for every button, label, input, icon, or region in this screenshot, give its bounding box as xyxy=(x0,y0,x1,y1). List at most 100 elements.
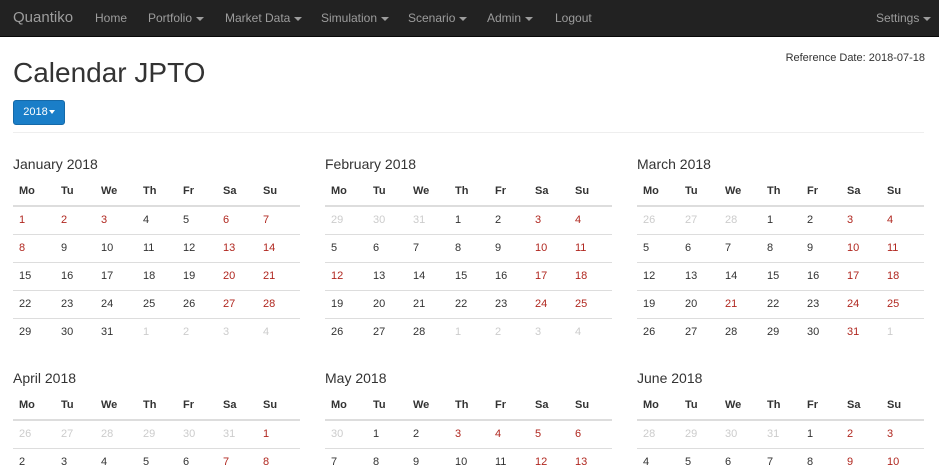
day-cell: 27 xyxy=(367,317,407,346)
day-cell: 1 xyxy=(801,419,841,448)
day-cell-holiday: 5 xyxy=(529,419,569,448)
day-cell-holiday: 3 xyxy=(841,205,881,234)
nav-market-data[interactable]: Market Data xyxy=(225,0,303,36)
day-cell: 30 xyxy=(801,317,841,346)
day-cell-holiday: 10 xyxy=(881,447,924,476)
day-cell: 27 xyxy=(679,317,719,346)
day-cell: 6 xyxy=(719,447,761,476)
day-cell-other-month: 29 xyxy=(325,205,367,234)
nav-scenario[interactable]: Scenario xyxy=(408,0,468,36)
day-cell: 23 xyxy=(801,289,841,318)
day-cell: 22 xyxy=(13,289,55,318)
brand-link[interactable]: Quantiko xyxy=(13,0,73,36)
day-cell-holiday: 8 xyxy=(13,233,55,262)
day-cell-holiday: 1 xyxy=(13,205,55,234)
day-cell: 5 xyxy=(679,447,719,476)
day-cell: 14 xyxy=(719,261,761,290)
weekday-header: Fr xyxy=(177,391,217,421)
day-cell: 4 xyxy=(637,447,679,476)
day-cell-other-month: 2 xyxy=(177,317,217,346)
weekday-header: Sa xyxy=(217,391,257,421)
day-cell: 14 xyxy=(407,261,449,290)
day-cell-other-month: 3 xyxy=(217,317,257,346)
day-cell: 25 xyxy=(137,289,177,318)
day-cell: 12 xyxy=(177,233,217,262)
month-table: Mo Tu We Th Fr Sa Su 1 2 3 4 5 6 7 8 9 10 11 12 13 14 15 16 17 1… xyxy=(13,177,300,346)
weekday-header: Th xyxy=(761,177,801,207)
day-cell-other-month: 28 xyxy=(637,419,679,448)
day-cell-other-month: 26 xyxy=(637,205,679,234)
weekday-header: Fr xyxy=(177,177,217,207)
day-cell-holiday: 7 xyxy=(257,205,300,234)
day-cell-holiday: 21 xyxy=(719,289,761,318)
week-row: 7 8 9 10 11 12 13 xyxy=(325,447,612,476)
week-row: 30 1 2 3 4 5 6 xyxy=(325,419,612,448)
month-table: Mo Tu We Th Fr Sa Su 26 27 28 1 2 3 4 5 6 7 8 9 10 11 12 13 14 1… xyxy=(637,177,924,346)
day-cell-holiday: 20 xyxy=(217,261,257,290)
day-cell-holiday: 1 xyxy=(257,419,300,448)
weekday-header: We xyxy=(407,177,449,207)
caret-down-icon xyxy=(48,110,55,115)
weekday-header: Su xyxy=(257,391,300,421)
day-cell: 2 xyxy=(407,419,449,448)
nav-admin[interactable]: Admin xyxy=(487,0,534,36)
weekday-header: Fr xyxy=(489,391,529,421)
year-dropdown-button[interactable]: 2018 xyxy=(13,100,65,125)
day-cell: 1 xyxy=(761,205,801,234)
nav-settings[interactable]: Settings xyxy=(876,0,932,36)
year-dropdown-label: 2018 xyxy=(23,106,48,118)
month-table: Mo Tu We Th Fr Sa Su 30 1 2 3 4 5 6 7 8 9 10 11 12 13 xyxy=(325,391,612,476)
week-row: 19 20 21 22 23 24 25 xyxy=(325,289,612,318)
week-row: 26 27 28 29 30 31 1 xyxy=(13,419,300,448)
day-cell: 15 xyxy=(761,261,801,290)
weekday-header: Th xyxy=(449,391,489,421)
day-cell: 11 xyxy=(489,447,529,476)
day-cell: 12 xyxy=(637,261,679,290)
weekday-header: Mo xyxy=(325,391,367,421)
day-cell-other-month: 27 xyxy=(679,205,719,234)
weekday-header: Tu xyxy=(367,391,407,421)
month-table: Mo Tu We Th Fr Sa Su 29 30 31 1 2 3 4 5 6 7 8 9 10 11 12 13 14 1… xyxy=(325,177,612,346)
day-cell: 20 xyxy=(367,289,407,318)
day-cell: 22 xyxy=(761,289,801,318)
day-cell-holiday: 3 xyxy=(449,419,489,448)
day-cell: 8 xyxy=(449,233,489,262)
week-row: 26 27 28 29 30 31 1 xyxy=(637,317,924,346)
day-cell-holiday: 27 xyxy=(217,289,257,318)
day-cell-holiday: 3 xyxy=(529,205,569,234)
month-title: June 2018 xyxy=(637,370,703,386)
weekday-header: Fr xyxy=(801,391,841,421)
weekday-header: Sa xyxy=(841,177,881,207)
day-cell: 28 xyxy=(719,317,761,346)
nav-logout[interactable]: Logout xyxy=(555,0,592,36)
week-row: 15 16 17 18 19 20 21 xyxy=(13,261,300,290)
day-cell-holiday: 3 xyxy=(881,419,924,448)
nav-market-data-label: Market Data xyxy=(225,11,291,25)
day-cell: 16 xyxy=(489,261,529,290)
day-cell: 15 xyxy=(449,261,489,290)
day-cell-holiday: 12 xyxy=(325,261,367,290)
nav-home[interactable]: Home xyxy=(95,0,127,36)
caret-down-icon xyxy=(294,16,303,21)
weekday-header: Mo xyxy=(13,177,55,207)
weekday-header: Su xyxy=(257,177,300,207)
week-row: 29 30 31 1 2 3 4 xyxy=(13,317,300,346)
nav-scenario-label: Scenario xyxy=(408,11,456,25)
caret-down-icon xyxy=(381,16,390,21)
day-cell-holiday: 21 xyxy=(257,261,300,290)
week-row: 29 30 31 1 2 3 4 xyxy=(325,205,612,234)
day-cell: 13 xyxy=(679,261,719,290)
day-cell: 16 xyxy=(55,261,95,290)
day-cell: 24 xyxy=(95,289,137,318)
weekday-header: Mo xyxy=(325,177,367,207)
day-cell: 2 xyxy=(489,205,529,234)
day-cell-holiday: 18 xyxy=(569,261,612,290)
weekday-header: We xyxy=(407,391,449,421)
day-cell-holiday: 8 xyxy=(257,447,300,476)
weekday-header: Tu xyxy=(679,177,719,207)
day-cell-other-month: 28 xyxy=(719,205,761,234)
caret-down-icon xyxy=(923,16,932,21)
nav-portfolio[interactable]: Portfolio xyxy=(148,0,205,36)
day-cell: 2 xyxy=(13,447,55,476)
nav-simulation[interactable]: Simulation xyxy=(321,0,390,36)
